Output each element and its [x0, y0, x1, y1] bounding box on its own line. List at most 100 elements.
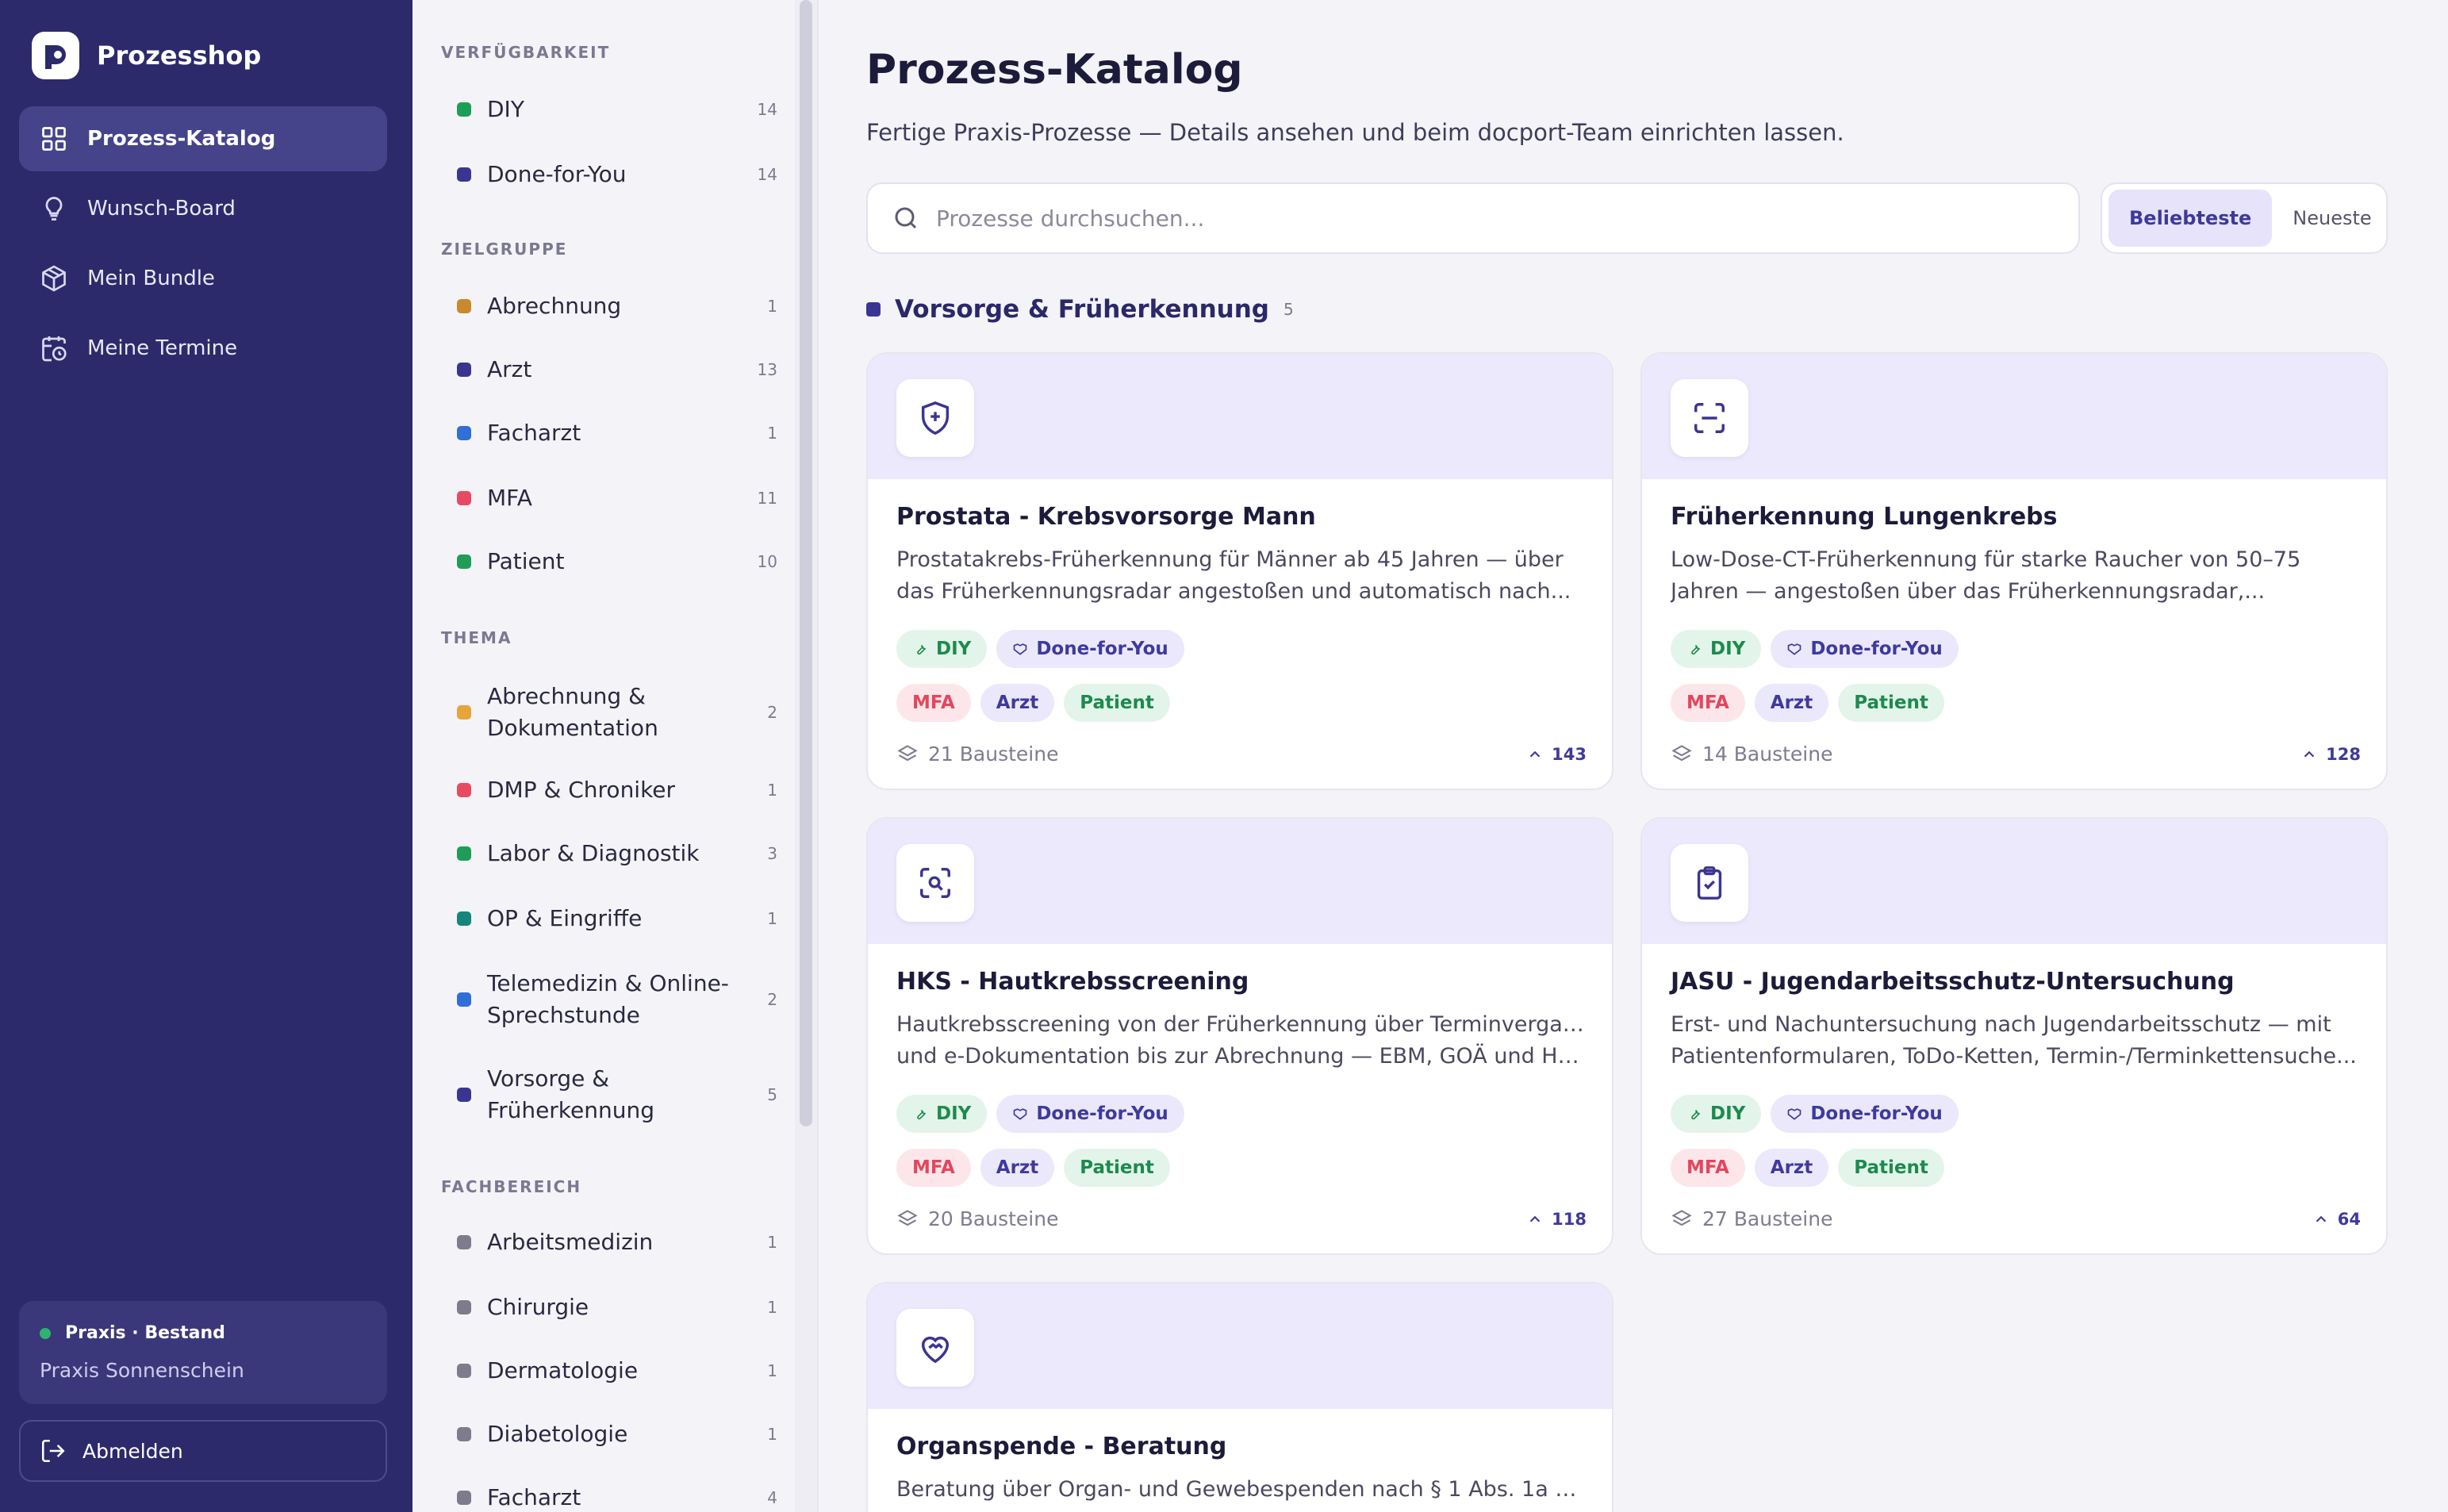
- filter-label: DMP & Chroniker: [487, 777, 676, 803]
- filter-count: 14: [757, 165, 777, 184]
- card-title: Früherkennung Lungenkrebs: [1671, 503, 2058, 531]
- bausteine-count: 21 Bausteine: [928, 743, 1059, 766]
- section-title: Vorsorge & Früherkennung: [895, 295, 1269, 324]
- brand[interactable]: Prozesshop: [32, 32, 261, 79]
- upvote-button[interactable]: 143: [1526, 745, 1587, 764]
- filter-label: Abrechnung: [487, 293, 622, 319]
- filter-heading-thema: THEMA: [441, 628, 512, 647]
- page-title: Prozess-Katalog: [866, 46, 1243, 94]
- logout-button[interactable]: Abmelden: [19, 1420, 387, 1482]
- badge-label: Done-for-You: [1810, 639, 1943, 659]
- card-title: JASU - Jugendarbeitsschutz-Untersuchung: [1671, 968, 2235, 996]
- nav-item-wunsch-board[interactable]: Wunsch-Board: [19, 176, 387, 241]
- package-icon: [42, 265, 66, 292]
- handshake-icon: [1787, 1108, 1801, 1120]
- color-dot-icon: [457, 1235, 471, 1249]
- color-dot-icon: [457, 705, 471, 720]
- nav-item-mein-bundle[interactable]: Mein Bundle: [19, 246, 387, 311]
- filter-count: 14: [757, 100, 777, 119]
- color-dot-icon: [457, 1427, 471, 1441]
- praxis-card[interactable]: Praxis · Bestand Praxis Sonnenschein: [19, 1301, 387, 1404]
- section-color-dot-icon: [866, 302, 881, 317]
- chevron-up-icon: [1529, 1215, 1541, 1222]
- process-card[interactable]: JASU - Jugendarbeitsschutz-Untersuchung …: [1640, 817, 2388, 1255]
- upvote-button[interactable]: 128: [2300, 745, 2361, 764]
- badge-diy: DIY: [1671, 630, 1762, 668]
- wrench-icon: [917, 645, 927, 655]
- bausteine-count: 27 Bausteine: [1702, 1207, 1833, 1230]
- color-dot-icon: [457, 846, 471, 861]
- layers-icon: [1671, 744, 1692, 761]
- handshake-icon: [1013, 643, 1027, 655]
- filter-count: 2: [767, 990, 777, 1009]
- card-desc-line: das Früherkennungsradar angestoßen und a…: [896, 579, 1571, 604]
- filter-label: MFA: [487, 485, 532, 511]
- filter-label: Arzt: [487, 356, 532, 382]
- color-dot-icon: [457, 1088, 471, 1102]
- lightbulb-icon: [45, 197, 63, 221]
- bausteine-count: 14 Bausteine: [1702, 743, 1833, 766]
- filter-count: 10: [757, 552, 777, 571]
- card-description: Prostatakrebs-Früherkennung für Männer a…: [896, 544, 1587, 608]
- filter-count: 1: [767, 781, 777, 800]
- filter-heading-verfuegbarkeit: VERFÜGBARKEIT: [441, 43, 611, 62]
- filter-label: Facharzt: [487, 1484, 581, 1510]
- filter-count: 1: [767, 1298, 777, 1317]
- layers-icon: [897, 1209, 918, 1226]
- chevron-up-icon: [1529, 750, 1541, 758]
- audience-patient: Patient: [1838, 684, 1944, 722]
- audience-mfa: MFA: [1671, 684, 1745, 722]
- process-card[interactable]: Prostata - Krebsvorsorge Mann Prostatakr…: [866, 352, 1613, 790]
- card-desc-line: Hautkrebsscreening von der Früherkennung…: [896, 1012, 1587, 1037]
- chevron-up-icon: [2304, 750, 2315, 758]
- card-icon-box: [1671, 379, 1748, 457]
- card-desc-line: und e-Dokumentation bis zur Abrechnung —…: [896, 1044, 1587, 1069]
- search-input[interactable]: [936, 205, 2047, 232]
- search-icon: [895, 207, 917, 229]
- process-card[interactable]: Früherkennung Lungenkrebs Low-Dose-CT-Fr…: [1640, 352, 2388, 790]
- upvote-button[interactable]: 64: [2312, 1210, 2361, 1229]
- card-header: [1642, 819, 2386, 944]
- nav-item-prozess-katalog[interactable]: Prozess-Katalog: [19, 106, 387, 171]
- filter-count: 4: [767, 1488, 777, 1507]
- badge-label: DIY: [936, 1103, 972, 1124]
- badge-done-for-you: Done-for-You: [996, 630, 1184, 668]
- nav-label: Meine Termine: [87, 336, 238, 360]
- calendar-clock-icon: [42, 336, 67, 362]
- filter-heading-fachbereich: FACHBEREICH: [441, 1177, 582, 1196]
- page-subtitle: Fertige Praxis-Prozesse — Details ansehe…: [866, 119, 1844, 146]
- filter-label: Vorsorge & Früherkennung: [487, 1065, 655, 1123]
- filter-count: 13: [757, 360, 777, 379]
- clipboard-check-icon: [1697, 866, 1722, 900]
- nav-label: Wunsch-Board: [87, 197, 236, 221]
- scan-search-icon: [920, 868, 950, 898]
- filter-panel: VERFÜGBARKEIT DIY 14 Done-for-You 14 ZIE…: [412, 0, 819, 1512]
- badge-label: Done-for-You: [1036, 639, 1168, 659]
- audience-arzt: Arzt: [980, 684, 1055, 722]
- wrench-icon: [1691, 1110, 1701, 1120]
- scan-icon: [1694, 403, 1725, 433]
- logout-label: Abmelden: [82, 1439, 183, 1463]
- color-dot-icon: [457, 491, 471, 505]
- praxis-status: Praxis · Bestand: [65, 1323, 225, 1343]
- card-desc-line: Jahren — angestoßen über das Früherkennu…: [1671, 579, 2266, 604]
- color-dot-icon: [457, 426, 471, 440]
- search-box[interactable]: [866, 182, 2080, 254]
- layers-icon: [897, 744, 918, 761]
- process-card[interactable]: HKS - Hautkrebsscreening Hautkrebsscreen…: [866, 817, 1613, 1255]
- filter-label: Chirurgie: [487, 1294, 589, 1320]
- audience-patient: Patient: [1838, 1149, 1944, 1187]
- sort-neueste-button[interactable]: Neueste: [2272, 190, 2392, 247]
- filter-label: Labor & Diagnostik: [487, 840, 700, 866]
- nav-item-meine-termine[interactable]: Meine Termine: [19, 316, 387, 381]
- filter-label: Telemedizin & Online-Sprechstunde: [487, 970, 729, 1028]
- filter-label: Diabetologie: [487, 1421, 628, 1447]
- filter-label: Facharzt: [487, 420, 581, 446]
- upvote-button[interactable]: 118: [1526, 1210, 1587, 1229]
- card-description: Erst- und Nachuntersuchung nach Jugendar…: [1671, 1009, 2361, 1073]
- card-title: Organspende - Beratung: [896, 1433, 1227, 1460]
- filter-label: DIY: [487, 96, 524, 122]
- audience-mfa: MFA: [1671, 1149, 1745, 1187]
- sort-beliebteste-button[interactable]: Beliebteste: [2108, 190, 2273, 247]
- process-card[interactable]: Organspende - Beratung Beratung über Org…: [866, 1282, 1613, 1512]
